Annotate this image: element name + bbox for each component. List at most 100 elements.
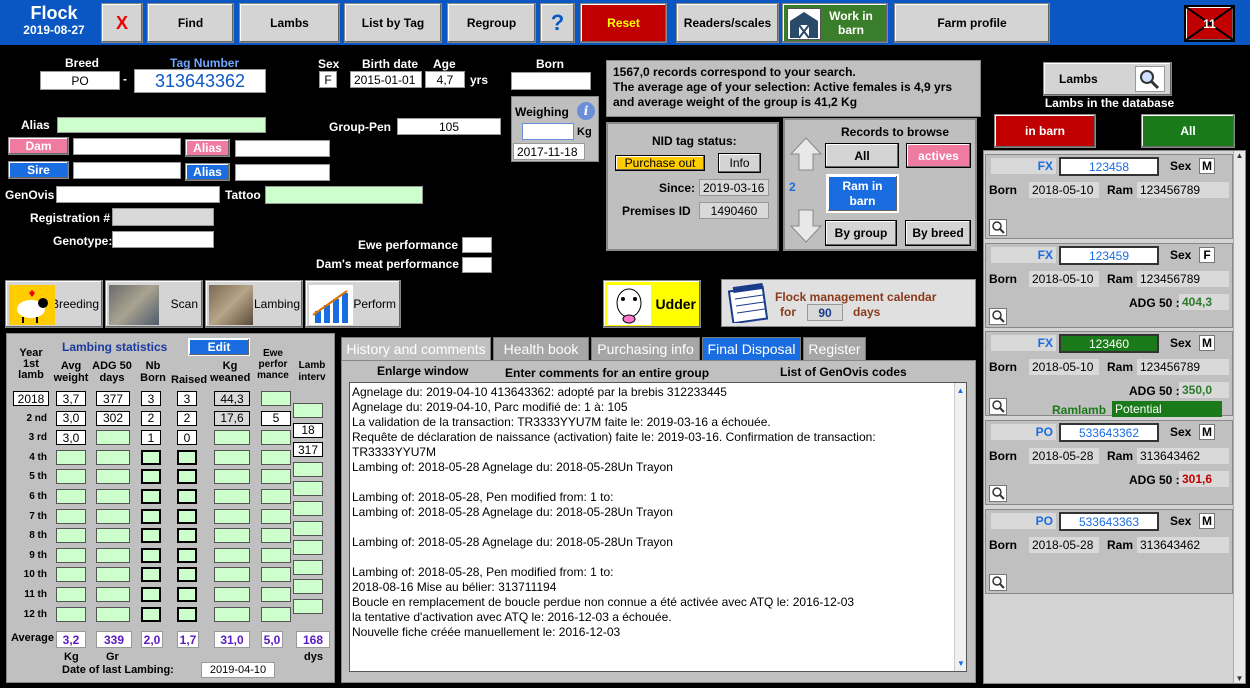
- lambing-cell-ewe[interactable]: [261, 606, 291, 622]
- lambing-cell-nb[interactable]: [141, 528, 161, 544]
- calendar-panel[interactable]: Flock management calendar for 90 days: [721, 279, 976, 327]
- lambing-cell-nb[interactable]: [141, 547, 161, 563]
- birth-date-field[interactable]: 2015-01-01: [350, 71, 422, 88]
- lambing-cell-ewe[interactable]: [261, 508, 291, 524]
- lambing-cell-avg[interactable]: [56, 469, 86, 485]
- tag-number-field[interactable]: 313643362: [134, 69, 266, 93]
- lambing-cell-nb[interactable]: [141, 606, 161, 622]
- zoom-icon[interactable]: [989, 398, 1007, 415]
- lambing-cell-interv[interactable]: [293, 579, 323, 595]
- lambing-cell-raised[interactable]: [177, 528, 197, 544]
- lambing-cell-interv[interactable]: [293, 540, 323, 556]
- lambing-cell-adg[interactable]: [96, 547, 130, 563]
- lambing-cell-raised[interactable]: [177, 567, 197, 583]
- lamb-tag[interactable]: 533643363: [1059, 512, 1159, 531]
- sire-button[interactable]: Sire: [8, 161, 69, 179]
- weighing-date[interactable]: 2017-11-18: [513, 143, 585, 160]
- tab-history[interactable]: History and comments: [341, 337, 491, 361]
- scan-button[interactable]: Scan: [105, 280, 203, 328]
- lambing-cell-adg[interactable]: [96, 449, 130, 465]
- group-pen-field[interactable]: 105: [397, 118, 501, 135]
- lambing-cell-adg[interactable]: [96, 489, 130, 504]
- lambing-cell-adg[interactable]: [96, 430, 130, 446]
- calendar-days-field[interactable]: 90: [807, 304, 843, 321]
- alias-field[interactable]: [57, 117, 266, 133]
- lamb-tag[interactable]: 123458: [1059, 157, 1159, 176]
- perform-button[interactable]: Perform: [305, 280, 401, 328]
- zoom-icon[interactable]: [989, 308, 1007, 325]
- lambing-cell-adg[interactable]: 377: [96, 391, 130, 406]
- nid-info-button[interactable]: Info: [718, 153, 761, 173]
- lambing-cell-kg[interactable]: [214, 528, 250, 544]
- lambing-cell-kg[interactable]: [214, 587, 250, 602]
- lambing-cell-avg[interactable]: [56, 528, 86, 544]
- lambing-cell-ewe[interactable]: 5: [261, 410, 291, 426]
- edit-button[interactable]: Edit: [188, 338, 250, 356]
- tattoo-field[interactable]: [265, 186, 423, 204]
- lambing-cell-avg[interactable]: [56, 449, 86, 465]
- lambing-cell-avg[interactable]: [56, 567, 86, 583]
- lambing-cell-avg[interactable]: 3,0: [56, 430, 86, 446]
- lambing-cell-interv[interactable]: [293, 403, 323, 418]
- lambing-cell-interv[interactable]: [293, 481, 323, 497]
- lambing-cell-avg[interactable]: [56, 489, 86, 504]
- lambing-cell-raised[interactable]: [177, 508, 197, 524]
- lambs-scroll-up-icon[interactable]: ▲: [1234, 151, 1245, 160]
- info-icon[interactable]: i: [577, 102, 595, 120]
- sire-alias-button[interactable]: Alias: [185, 163, 230, 181]
- lambing-cell-kg[interactable]: [214, 606, 250, 622]
- breeding-button[interactable]: Breeding: [5, 280, 103, 328]
- lamb-card[interactable]: FX 123459 Sex F Born 2018-05-10 Ram 123456789 AD…: [985, 243, 1233, 328]
- lambing-cell-ewe[interactable]: [261, 489, 291, 504]
- lambing-cell-nb[interactable]: 3: [141, 391, 161, 406]
- work-in-barn-button[interactable]: Work in barn: [782, 3, 888, 43]
- lambing-cell-adg[interactable]: [96, 606, 130, 622]
- breed-field[interactable]: PO: [40, 71, 120, 90]
- browse-actives-button[interactable]: actives: [906, 143, 971, 168]
- dam-alias-field[interactable]: [235, 140, 330, 157]
- by-group-button[interactable]: By group: [825, 220, 897, 246]
- lambing-cell-nb[interactable]: [141, 567, 161, 583]
- lambing-cell-nb[interactable]: [141, 489, 161, 504]
- lambing-cell-interv[interactable]: [293, 461, 323, 477]
- dam-alias-button[interactable]: Alias: [185, 139, 230, 157]
- lambing-cell-nb[interactable]: [141, 587, 161, 602]
- lambing-cell-ewe[interactable]: [261, 528, 291, 544]
- udder-button[interactable]: Udder: [603, 280, 701, 328]
- purchase-out-badge[interactable]: Purchase out: [615, 155, 705, 171]
- lambing-cell-ewe[interactable]: [261, 430, 291, 446]
- lambing-cell-nb[interactable]: [141, 508, 161, 524]
- lambing-cell-avg[interactable]: 3,0: [56, 410, 86, 426]
- lambing-cell-interv[interactable]: [293, 520, 323, 536]
- lambing-cell-kg[interactable]: [214, 449, 250, 465]
- readers-scales-button[interactable]: Readers/scales: [676, 3, 779, 43]
- lambing-cell-interv[interactable]: [293, 501, 323, 516]
- lambing-cell-raised[interactable]: 3: [177, 391, 197, 406]
- lambing-cell-raised[interactable]: [177, 587, 197, 602]
- lambs-button[interactable]: Lambs: [239, 3, 340, 43]
- sire-field[interactable]: [73, 162, 181, 179]
- lamb-card[interactable]: FX 123460 Sex M Born 2018-05-10 Ram 123456789 AD…: [985, 331, 1233, 417]
- lambs-search-button[interactable]: Lambs: [1043, 62, 1172, 96]
- lamb-card[interactable]: PO 533643363 Sex M Born 2018-05-28 Ram 31364346…: [985, 509, 1233, 594]
- lambing-cell-kg[interactable]: [214, 567, 250, 583]
- lambs-in-barn-button[interactable]: in barn: [994, 114, 1096, 148]
- list-by-tag-button[interactable]: List by Tag: [344, 3, 442, 43]
- help-button[interactable]: ?: [540, 3, 575, 43]
- lambing-cell-ewe[interactable]: [261, 391, 291, 406]
- lambing-cell-kg[interactable]: [214, 430, 250, 446]
- farm-profile-button[interactable]: Farm profile: [894, 3, 1050, 43]
- lambing-cell-avg[interactable]: [56, 508, 86, 524]
- reset-button[interactable]: Reset: [580, 3, 667, 43]
- arrow-up-icon[interactable]: [789, 136, 823, 175]
- lamb-tag[interactable]: 533643362: [1059, 423, 1159, 442]
- lambing-cell-adg[interactable]: [96, 587, 130, 602]
- dam-field[interactable]: [73, 138, 181, 155]
- lambing-cell-adg[interactable]: [96, 528, 130, 544]
- lambing-cell-raised[interactable]: [177, 469, 197, 485]
- alert-count-button[interactable]: 11: [1184, 5, 1235, 42]
- sex-field[interactable]: F: [319, 71, 337, 88]
- lambing-cell-raised[interactable]: 0: [177, 430, 197, 446]
- tab-final-disposal[interactable]: Final Disposal: [702, 337, 801, 361]
- lambing-cell-interv[interactable]: [293, 559, 323, 575]
